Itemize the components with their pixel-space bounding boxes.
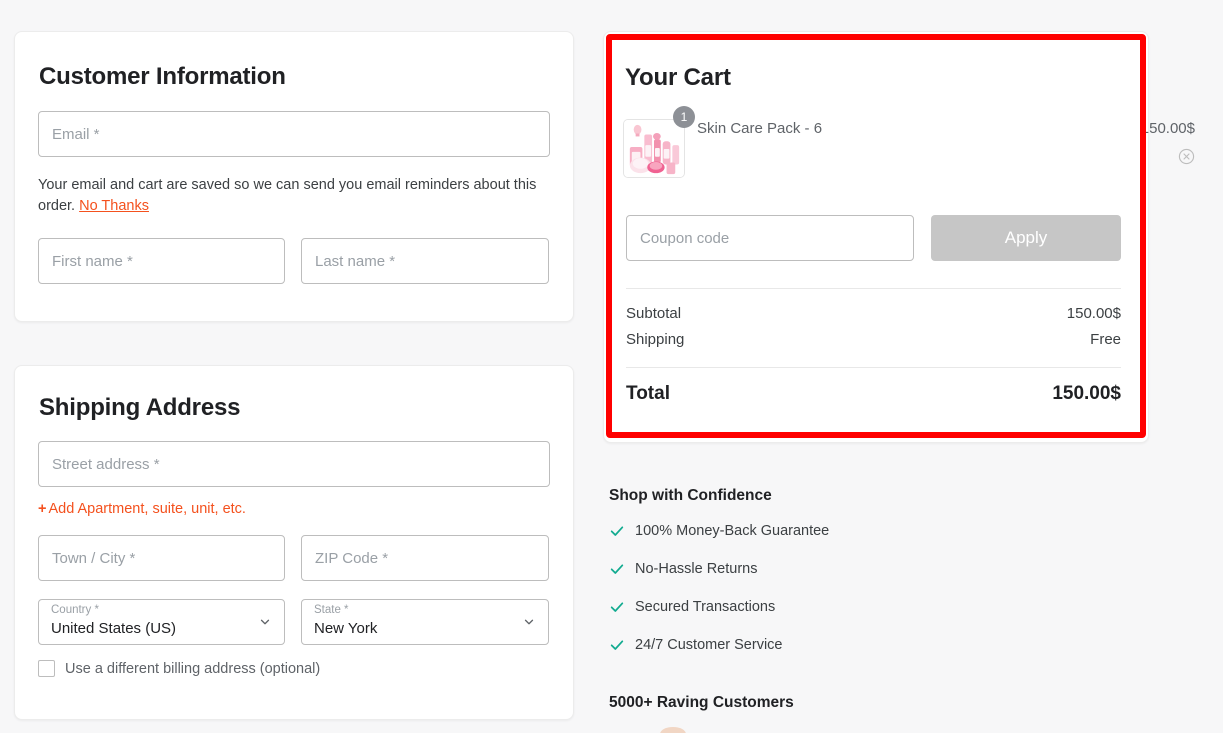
order-total-row: Total 150.00$ bbox=[626, 383, 1121, 405]
chevron-down-icon bbox=[522, 615, 536, 629]
trust-item: 100% Money-Back Guarantee bbox=[609, 523, 829, 539]
apply-coupon-button[interactable]: Apply bbox=[931, 215, 1121, 261]
plus-icon: + bbox=[38, 501, 47, 517]
coupon-code-placeholder: Coupon code bbox=[640, 229, 730, 247]
remove-item-icon[interactable] bbox=[1178, 148, 1195, 165]
first-name-placeholder: First name * bbox=[52, 252, 133, 270]
trust-item-label: No-Hassle Returns bbox=[635, 561, 758, 577]
town-city-placeholder: Town / City * bbox=[52, 549, 136, 567]
coupon-code-field[interactable]: Coupon code bbox=[626, 215, 914, 261]
billing-address-label: Use a different billing address (optiona… bbox=[65, 660, 321, 677]
customer-information-title: Customer Information bbox=[39, 63, 286, 90]
shipping-cost-value: Free bbox=[1090, 331, 1121, 348]
state-label: State * bbox=[314, 604, 349, 616]
last-name-placeholder: Last name * bbox=[315, 252, 396, 270]
check-icon bbox=[609, 561, 625, 577]
billing-address-checkbox-row[interactable]: Use a different billing address (optiona… bbox=[38, 660, 320, 677]
check-icon bbox=[609, 637, 625, 653]
cart-divider-bottom bbox=[626, 367, 1121, 368]
email-field[interactable]: Email * bbox=[38, 111, 550, 157]
country-select[interactable]: Country * United States (US) bbox=[38, 599, 285, 645]
cart-item-price: 150.00$ bbox=[1140, 120, 1195, 137]
quantity-badge: 1 bbox=[673, 106, 695, 128]
shipping-cost-row: Shipping Free bbox=[626, 331, 1121, 348]
email-placeholder: Email * bbox=[52, 125, 100, 143]
order-total-label: Total bbox=[626, 383, 670, 404]
check-icon bbox=[609, 599, 625, 615]
chevron-down-icon bbox=[258, 615, 272, 629]
last-name-field[interactable]: Last name * bbox=[301, 238, 549, 284]
checkout-page: Customer Information Email * Your email … bbox=[0, 0, 1223, 733]
town-city-field[interactable]: Town / City * bbox=[38, 535, 285, 581]
product-thumbnail bbox=[623, 119, 685, 178]
trust-item-label: 100% Money-Back Guarantee bbox=[635, 523, 830, 539]
reviewer-avatar-partial bbox=[660, 727, 686, 733]
cart-divider-top bbox=[626, 288, 1121, 289]
country-value: United States (US) bbox=[51, 620, 177, 637]
subtotal-value: 150.00$ bbox=[1066, 305, 1121, 322]
email-help-text: Your email and cart are saved so we can … bbox=[38, 175, 538, 217]
cart-item-name: Skin Care Pack - 6 bbox=[697, 120, 823, 137]
reviews-section-title: 5000+ Raving Customers bbox=[609, 694, 794, 711]
trust-item: 24/7 Customer Service bbox=[609, 637, 782, 653]
add-apartment-link[interactable]: + Add Apartment, suite, unit, etc. bbox=[38, 501, 246, 517]
street-address-field[interactable]: Street address * bbox=[38, 441, 550, 487]
shipping-address-title: Shipping Address bbox=[39, 394, 241, 421]
zip-code-placeholder: ZIP Code * bbox=[315, 549, 389, 567]
add-apartment-label: Add Apartment, suite, unit, etc. bbox=[48, 501, 246, 517]
billing-address-checkbox[interactable] bbox=[38, 660, 55, 677]
trust-item: No-Hassle Returns bbox=[609, 561, 758, 577]
no-thanks-link[interactable]: No Thanks bbox=[79, 198, 149, 214]
country-label: Country * bbox=[51, 604, 99, 616]
subtotal-row: Subtotal 150.00$ bbox=[626, 305, 1121, 322]
zip-code-field[interactable]: ZIP Code * bbox=[301, 535, 549, 581]
state-value: New York bbox=[314, 620, 378, 637]
street-address-placeholder: Street address * bbox=[52, 455, 160, 473]
trust-section-title: Shop with Confidence bbox=[609, 487, 772, 504]
first-name-field[interactable]: First name * bbox=[38, 238, 285, 284]
shipping-cost-label: Shipping bbox=[626, 331, 685, 348]
state-select[interactable]: State * New York bbox=[301, 599, 549, 645]
trust-item: Secured Transactions bbox=[609, 599, 775, 615]
check-icon bbox=[609, 523, 625, 539]
trust-item-label: 24/7 Customer Service bbox=[635, 637, 783, 653]
trust-item-label: Secured Transactions bbox=[635, 599, 776, 615]
subtotal-label: Subtotal bbox=[626, 305, 682, 322]
cart-title: Your Cart bbox=[625, 64, 731, 91]
order-total-value: 150.00$ bbox=[1052, 383, 1121, 404]
